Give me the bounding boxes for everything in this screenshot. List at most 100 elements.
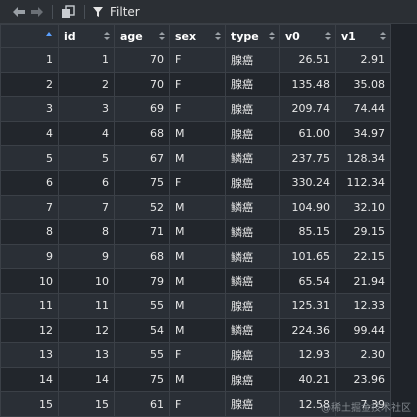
cell-age[interactable]: 61 (114, 391, 170, 417)
cell-id[interactable]: 9 (58, 243, 115, 270)
cell-type[interactable]: 腺癌 (225, 96, 280, 122)
cell-v1[interactable]: 23.96 (335, 366, 391, 393)
cell-id[interactable]: 3 (58, 96, 115, 122)
cell-v0[interactable]: 12.93 (279, 342, 336, 368)
cell-id[interactable]: 7 (58, 194, 115, 221)
cell-type[interactable]: 鳞癌 (225, 194, 280, 221)
filter-button[interactable]: Filter (92, 4, 142, 20)
cell-type[interactable]: 腺癌 (225, 292, 280, 319)
cell-v0[interactable]: 125.31 (279, 292, 336, 319)
cell-age[interactable]: 54 (114, 317, 170, 344)
cell-v1[interactable]: 22.15 (335, 243, 391, 270)
cell-age[interactable]: 75 (114, 169, 170, 196)
row-number-header[interactable] (0, 24, 59, 48)
cell-sex[interactable]: M (169, 317, 226, 344)
table-row[interactable]: 14 14 75 M 腺癌 40.21 23.96 (0, 366, 391, 393)
cell-type[interactable]: 鳞癌 (225, 145, 280, 171)
cell-sex[interactable]: F (169, 169, 226, 196)
row-number[interactable]: 1 (0, 47, 59, 73)
cell-id[interactable]: 10 (58, 268, 115, 294)
cell-age[interactable]: 79 (114, 268, 170, 294)
cell-v0[interactable]: 85.15 (279, 219, 336, 245)
row-number[interactable]: 14 (0, 366, 59, 393)
table-row[interactable]: 7 7 52 M 鳞癌 104.90 32.10 (0, 194, 391, 221)
cell-v1[interactable]: 12.33 (335, 292, 391, 319)
cell-id[interactable]: 14 (58, 366, 115, 393)
column-header-v1[interactable]: v1 (335, 24, 391, 48)
cell-age[interactable]: 55 (114, 292, 170, 319)
cell-id[interactable]: 4 (58, 120, 115, 147)
row-number[interactable]: 11 (0, 292, 59, 319)
row-number[interactable]: 13 (0, 342, 59, 368)
cell-sex[interactable]: F (169, 96, 226, 122)
cell-age[interactable]: 67 (114, 145, 170, 171)
column-header-type[interactable]: type (225, 24, 280, 48)
row-number[interactable]: 4 (0, 120, 59, 147)
cell-id[interactable]: 11 (58, 292, 115, 319)
table-row[interactable]: 12 12 54 M 鳞癌 224.36 99.44 (0, 317, 391, 344)
column-header-id[interactable]: id (58, 24, 115, 48)
cell-type[interactable]: 鳞癌 (225, 317, 280, 344)
cell-age[interactable]: 68 (114, 120, 170, 147)
row-number[interactable]: 3 (0, 96, 59, 122)
cell-v0[interactable]: 237.75 (279, 145, 336, 171)
cell-sex[interactable]: M (169, 120, 226, 147)
cell-type[interactable]: 腺癌 (225, 391, 280, 417)
cell-sex[interactable]: M (169, 292, 226, 319)
row-number[interactable]: 7 (0, 194, 59, 221)
cell-v0[interactable]: 26.51 (279, 47, 336, 73)
back-arrow-icon[interactable] (10, 4, 28, 20)
cell-type[interactable]: 鳞癌 (225, 268, 280, 294)
cell-type[interactable]: 鳞癌 (225, 219, 280, 245)
cell-sex[interactable]: M (169, 366, 226, 393)
cell-sex[interactable]: M (169, 268, 226, 294)
cell-type[interactable]: 腺癌 (225, 47, 280, 73)
copy-icon[interactable] (59, 4, 77, 20)
cell-v1[interactable]: 2.91 (335, 47, 391, 73)
cell-sex[interactable]: F (169, 391, 226, 417)
cell-id[interactable]: 1 (58, 47, 115, 73)
row-number[interactable]: 9 (0, 243, 59, 270)
cell-sex[interactable]: M (169, 243, 226, 270)
cell-sex[interactable]: M (169, 219, 226, 245)
forward-arrow-icon[interactable] (28, 4, 46, 20)
table-row[interactable]: 13 13 55 F 腺癌 12.93 2.30 (0, 342, 391, 368)
cell-v1[interactable]: 32.10 (335, 194, 391, 221)
cell-age[interactable]: 55 (114, 342, 170, 368)
cell-v0[interactable]: 40.21 (279, 366, 336, 393)
column-header-v0[interactable]: v0 (279, 24, 336, 48)
cell-v0[interactable]: 330.24 (279, 169, 336, 196)
cell-v0[interactable]: 224.36 (279, 317, 336, 344)
cell-v1[interactable]: 99.44 (335, 317, 391, 344)
cell-age[interactable]: 69 (114, 96, 170, 122)
cell-id[interactable]: 8 (58, 219, 115, 245)
row-number[interactable]: 2 (0, 71, 59, 98)
cell-age[interactable]: 52 (114, 194, 170, 221)
cell-sex[interactable]: F (169, 342, 226, 368)
row-number[interactable]: 15 (0, 391, 59, 417)
cell-age[interactable]: 68 (114, 243, 170, 270)
cell-sex[interactable]: F (169, 47, 226, 73)
cell-v0[interactable]: 65.54 (279, 268, 336, 294)
table-row[interactable]: 10 10 79 M 鳞癌 65.54 21.94 (0, 268, 391, 294)
cell-v1[interactable]: 74.44 (335, 96, 391, 122)
table-row[interactable]: 3 3 69 F 腺癌 209.74 74.44 (0, 96, 391, 122)
cell-sex[interactable]: M (169, 145, 226, 171)
cell-type[interactable]: 腺癌 (225, 366, 280, 393)
cell-id[interactable]: 5 (58, 145, 115, 171)
column-header-sex[interactable]: sex (169, 24, 226, 48)
cell-id[interactable]: 13 (58, 342, 115, 368)
row-number[interactable]: 12 (0, 317, 59, 344)
cell-age[interactable]: 70 (114, 47, 170, 73)
table-row[interactable]: 5 5 67 M 鳞癌 237.75 128.34 (0, 145, 391, 171)
cell-age[interactable]: 75 (114, 366, 170, 393)
row-number[interactable]: 10 (0, 268, 59, 294)
table-row[interactable]: 4 4 68 M 腺癌 61.00 34.97 (0, 120, 391, 147)
cell-id[interactable]: 2 (58, 71, 115, 98)
cell-v1[interactable]: 35.08 (335, 71, 391, 98)
cell-v1[interactable]: 2.30 (335, 342, 391, 368)
cell-id[interactable]: 12 (58, 317, 115, 344)
table-row[interactable]: 8 8 71 M 鳞癌 85.15 29.15 (0, 219, 391, 245)
table-row[interactable]: 2 2 70 F 腺癌 135.48 35.08 (0, 71, 391, 98)
cell-sex[interactable]: M (169, 194, 226, 221)
